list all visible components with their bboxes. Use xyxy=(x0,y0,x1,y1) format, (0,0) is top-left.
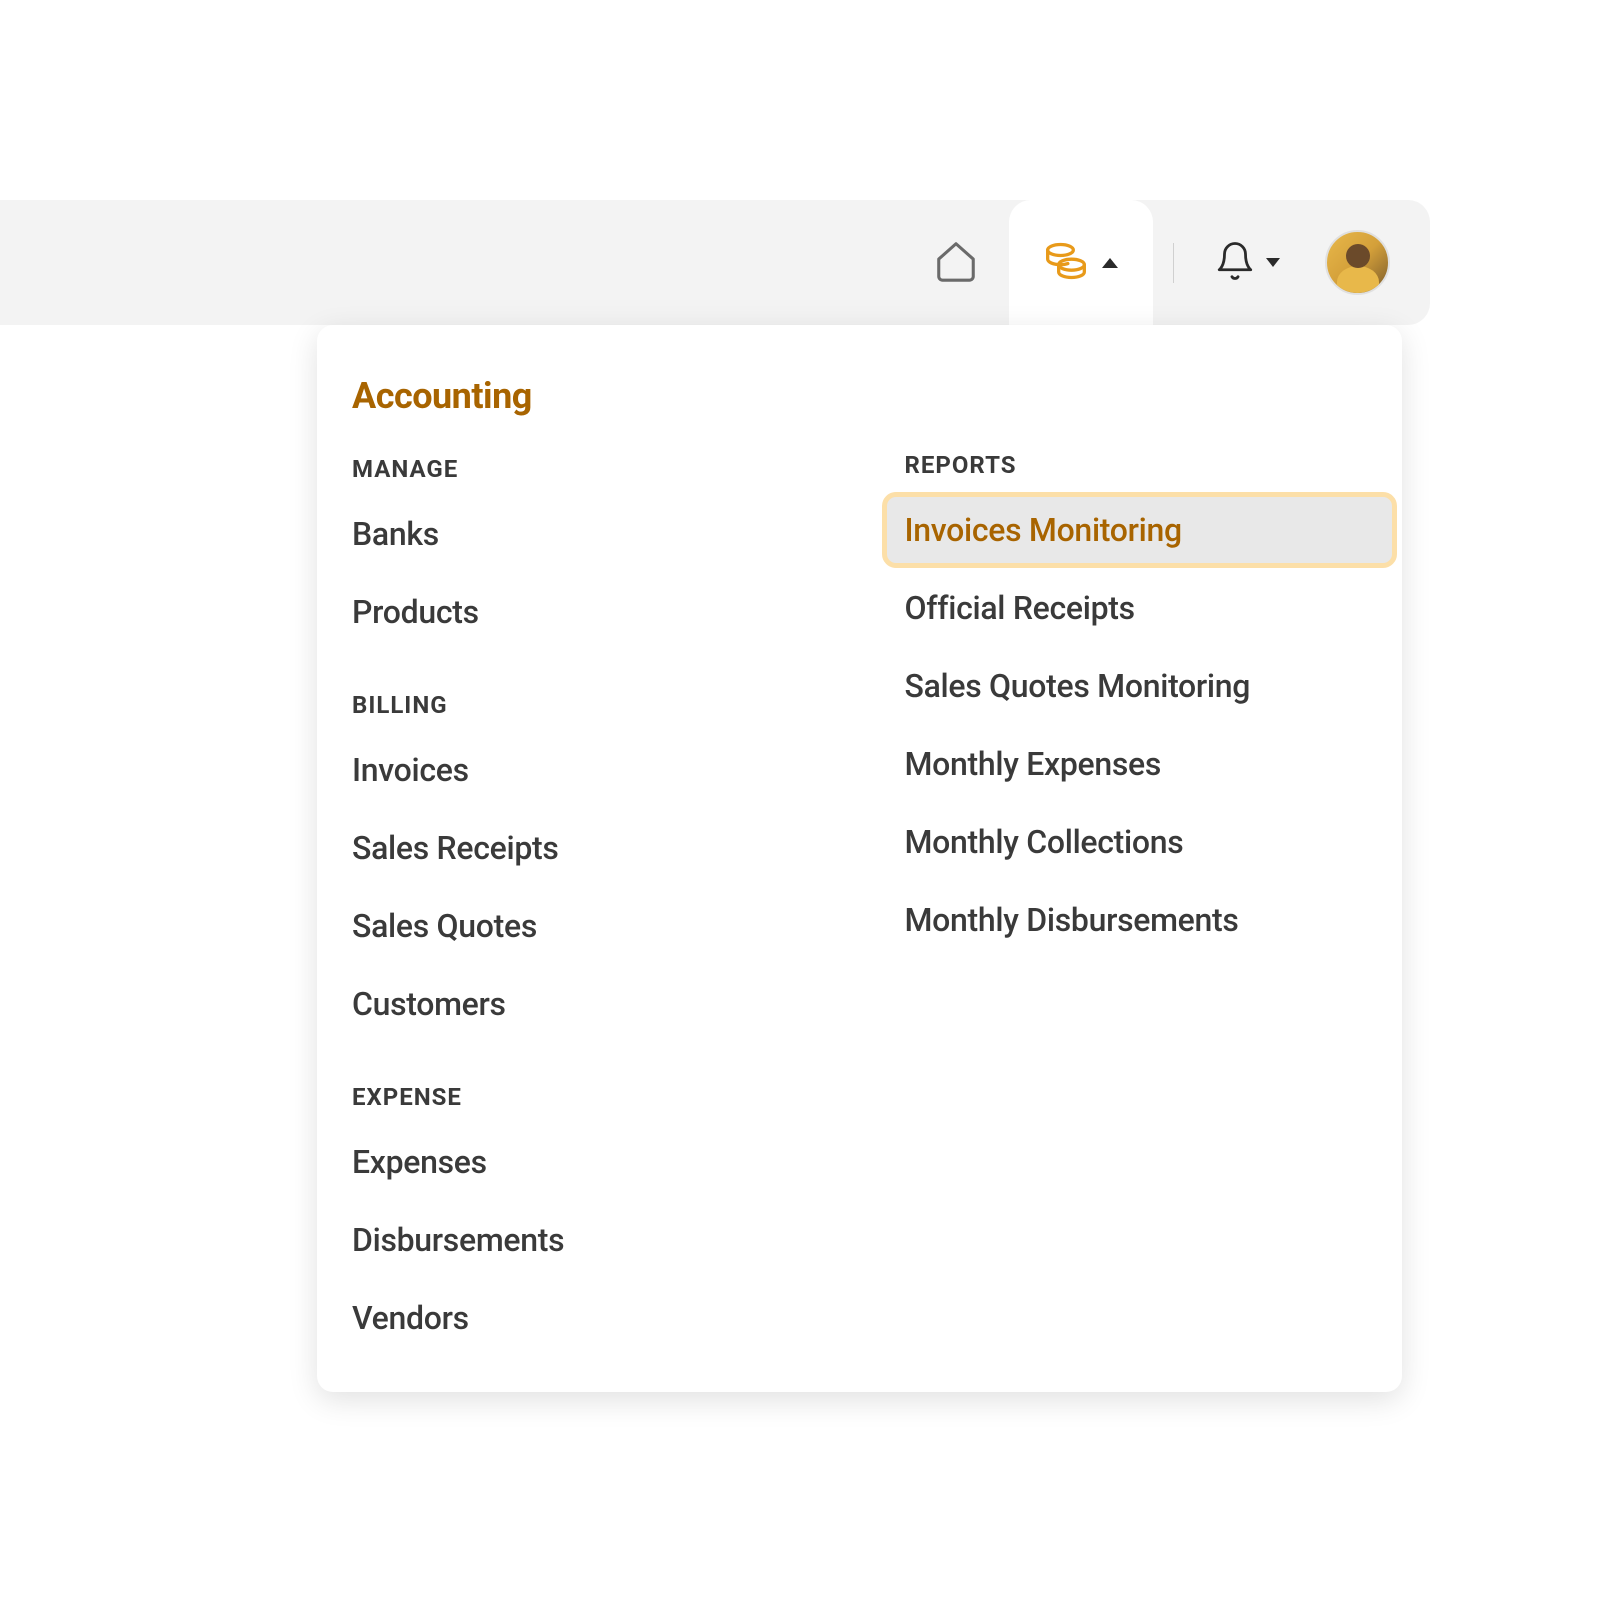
menu-link-official-receipts[interactable]: Official Receipts xyxy=(905,589,1368,627)
nav-home[interactable] xyxy=(903,200,1009,325)
menu-link-invoices[interactable]: Invoices xyxy=(352,751,815,789)
topbar xyxy=(0,200,1430,325)
avatar[interactable] xyxy=(1325,230,1390,295)
menu-link-monthly-collections[interactable]: Monthly Collections xyxy=(905,823,1368,861)
nav-notifications[interactable] xyxy=(1194,200,1300,325)
coins-icon xyxy=(1044,239,1088,287)
section-heading-reports: REPORTS xyxy=(905,451,1368,479)
menu-link-sales-quotes[interactable]: Sales Quotes xyxy=(352,907,815,945)
menu-link-products[interactable]: Products xyxy=(352,593,815,631)
home-icon xyxy=(933,238,979,288)
dropdown-title: Accounting xyxy=(352,375,815,417)
dropdown-right-column: REPORTS Invoices Monitoring Official Rec… xyxy=(905,375,1368,1337)
menu-link-vendors[interactable]: Vendors xyxy=(352,1299,815,1337)
dropdown-left-column: Accounting MANAGE Banks Products BILLING… xyxy=(352,375,815,1337)
section-heading-manage: MANAGE xyxy=(352,455,815,483)
menu-link-sales-receipts[interactable]: Sales Receipts xyxy=(352,829,815,867)
nav-accounting[interactable] xyxy=(1009,200,1153,325)
menu-link-monthly-disbursements[interactable]: Monthly Disbursements xyxy=(905,901,1368,939)
menu-link-customers[interactable]: Customers xyxy=(352,985,815,1023)
menu-link-sales-quotes-monitoring[interactable]: Sales Quotes Monitoring xyxy=(905,667,1368,705)
topbar-divider xyxy=(1173,243,1174,283)
menu-link-invoices-monitoring[interactable]: Invoices Monitoring xyxy=(882,492,1398,568)
section-heading-expense: EXPENSE xyxy=(352,1083,815,1111)
section-heading-billing: BILLING xyxy=(352,691,815,719)
accounting-dropdown: Accounting MANAGE Banks Products BILLING… xyxy=(317,325,1402,1392)
caret-up-icon xyxy=(1102,258,1118,268)
bell-icon xyxy=(1214,240,1256,286)
menu-link-banks[interactable]: Banks xyxy=(352,515,815,553)
menu-link-monthly-expenses[interactable]: Monthly Expenses xyxy=(905,745,1368,783)
menu-link-disbursements[interactable]: Disbursements xyxy=(352,1221,815,1259)
caret-down-icon xyxy=(1266,258,1280,267)
menu-link-expenses[interactable]: Expenses xyxy=(352,1143,815,1181)
